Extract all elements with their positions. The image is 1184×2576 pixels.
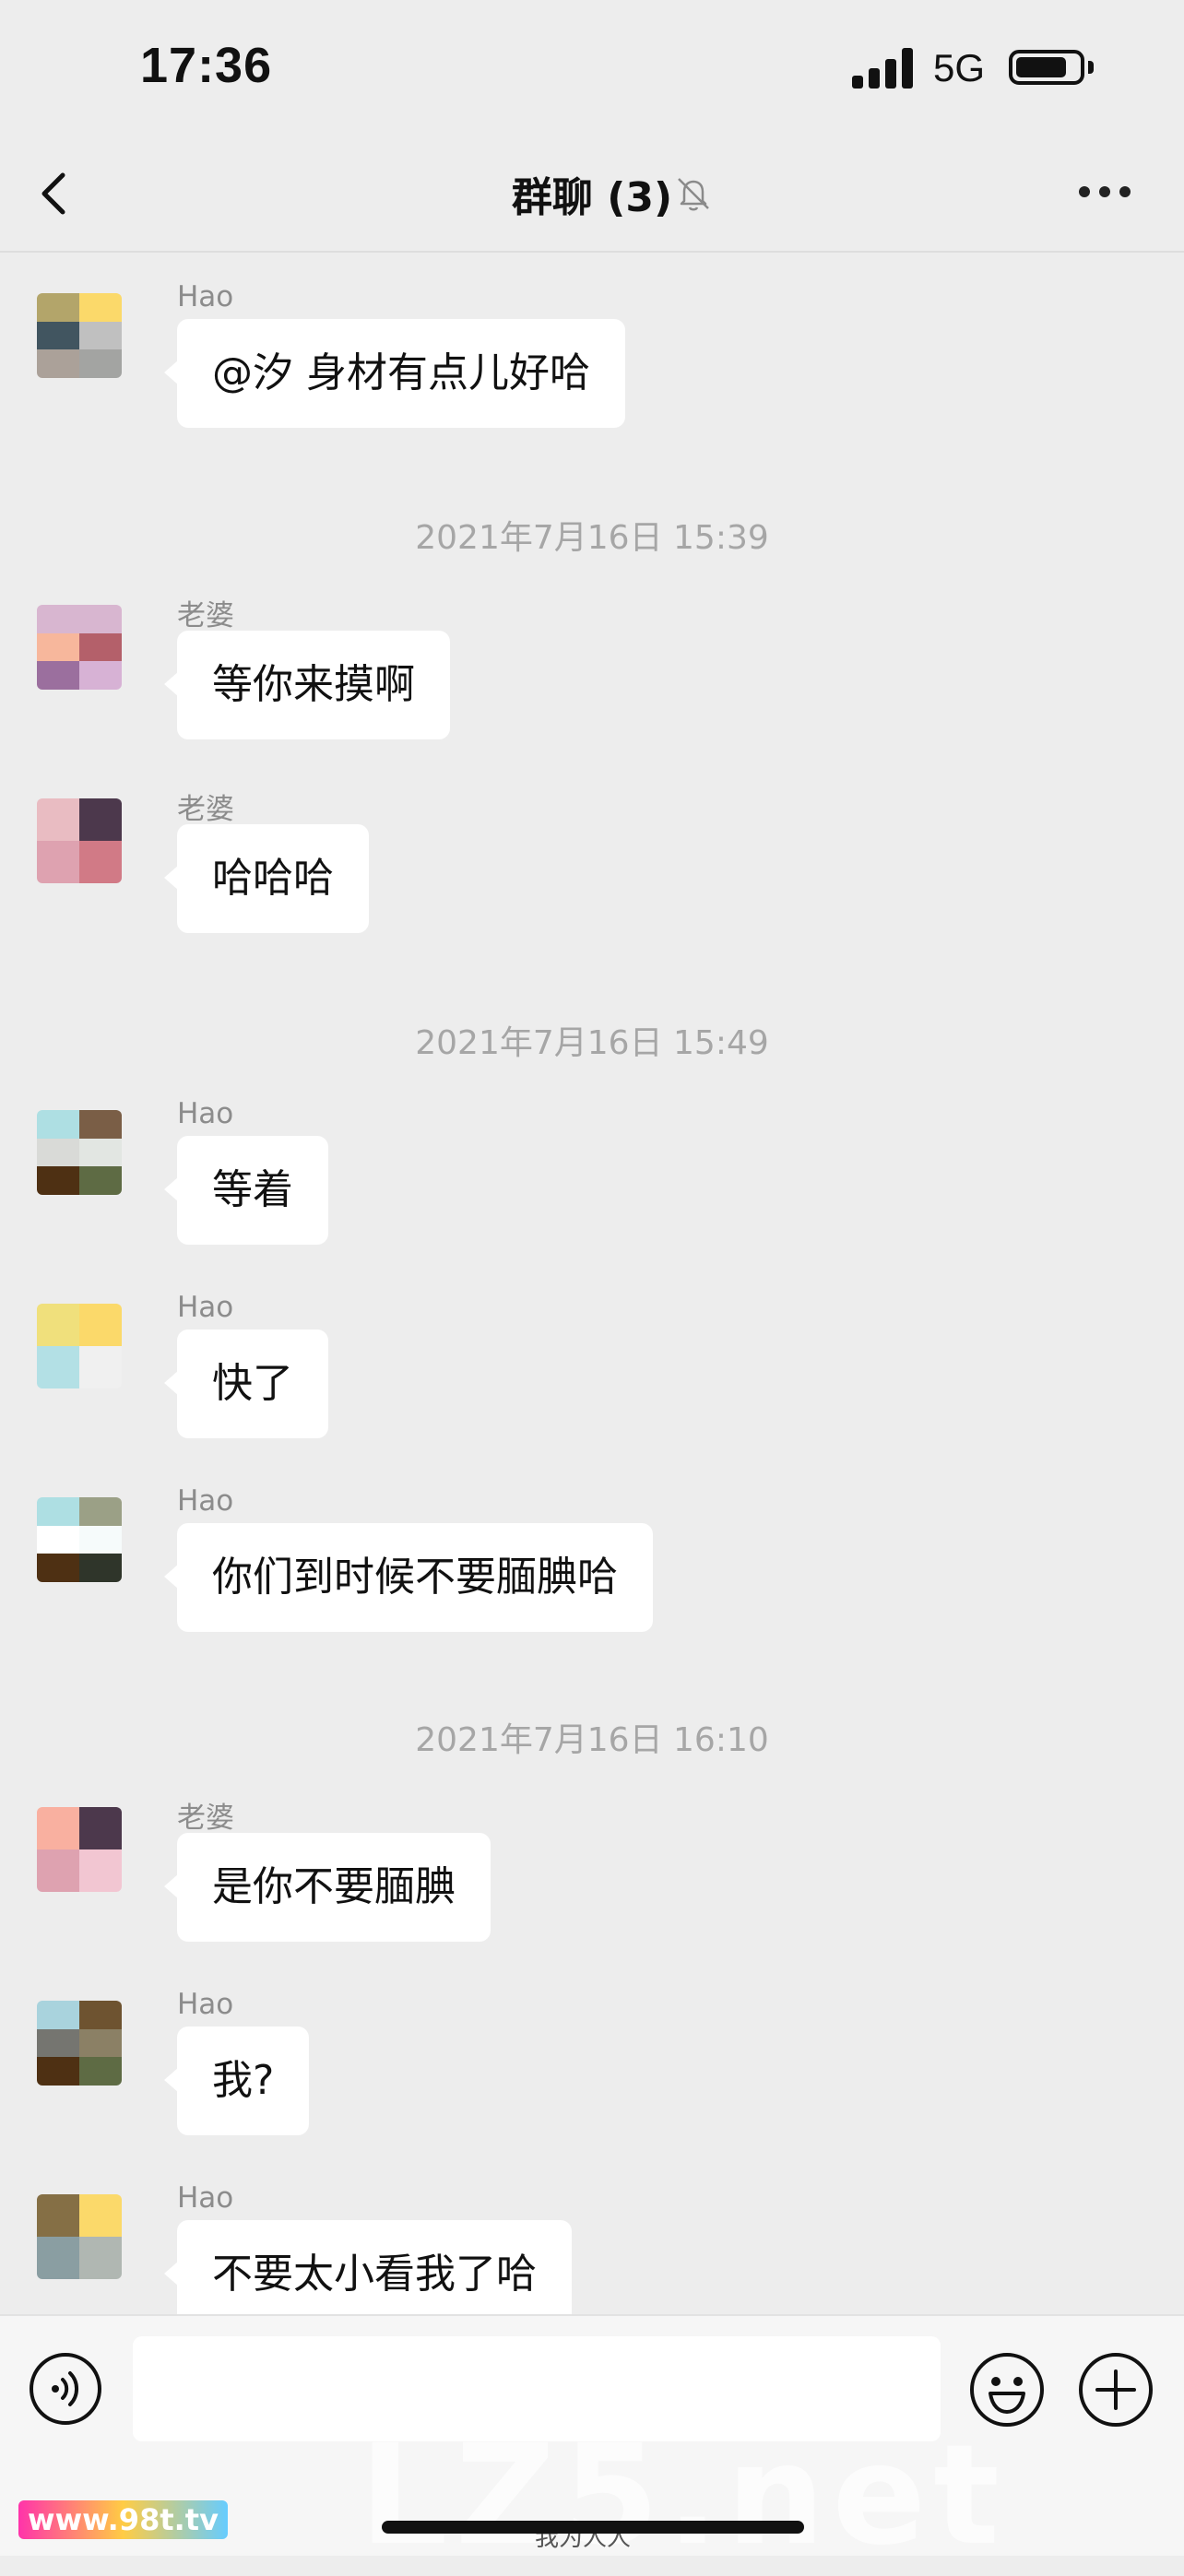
avatar-tile: [79, 2194, 122, 2237]
avatar-tile: [79, 2237, 122, 2279]
avatar-tile: [37, 1138, 79, 1167]
voice-icon[interactable]: [28, 2351, 103, 2427]
avatar-tile: [79, 293, 122, 322]
avatar-tile: [79, 1346, 122, 1388]
chat-messages[interactable]: Hao @汐 身材有点儿好哈 2021年7月16日 15:39 老婆 等你来摸啊…: [0, 253, 1184, 2314]
avatar-tile: [37, 605, 79, 633]
avatar-tile: [37, 2237, 79, 2279]
input-bar: LZ5.net www.98t.tv 我为人人: [0, 2314, 1184, 2576]
avatar-tile: [37, 1525, 79, 1554]
avatar[interactable]: [37, 2194, 122, 2279]
avatar-tile: [37, 661, 79, 690]
more-dots-icon[interactable]: [1079, 186, 1134, 201]
sender-name: 老婆: [177, 1802, 234, 1835]
avatar[interactable]: [37, 293, 122, 378]
avatar-tile: [37, 1554, 79, 1582]
avatar-tile: [37, 2028, 79, 2058]
avatar-tile: [79, 1525, 122, 1554]
avatar-tile: [37, 293, 79, 322]
avatar-tile: [37, 841, 79, 883]
network-label: 5G: [933, 46, 986, 89]
avatar-tile: [37, 1110, 79, 1139]
status-time: 17:36: [140, 38, 273, 93]
avatar-tile: [79, 1166, 122, 1195]
message-bubble[interactable]: 等着: [164, 1136, 328, 1245]
timestamp: 2021年7月16日 15:39: [415, 519, 769, 557]
avatar-tile: [37, 1497, 79, 1526]
sender-name: 老婆: [177, 599, 234, 632]
message-bubble[interactable]: 快了: [164, 1329, 328, 1438]
avatar[interactable]: [37, 1497, 122, 1582]
avatar-tile: [37, 2001, 79, 2029]
message-bubble[interactable]: 不要太小看我了哈: [164, 2220, 572, 2314]
avatar-tile: [37, 1166, 79, 1195]
avatar-tile: [79, 605, 122, 633]
sender-name: 老婆: [177, 793, 234, 826]
message-bubble[interactable]: 哈哈哈: [164, 824, 369, 933]
avatar-tile: [79, 321, 122, 350]
avatar[interactable]: [37, 798, 122, 883]
avatar-tile: [79, 632, 122, 662]
avatar-tile: [79, 798, 122, 841]
message-bubble[interactable]: @汐 身材有点儿好哈: [164, 319, 625, 428]
avatar-tile: [37, 1304, 79, 1346]
plus-icon[interactable]: [1077, 2351, 1154, 2428]
avatar-tile: [79, 1807, 122, 1849]
avatar[interactable]: [37, 1304, 122, 1388]
avatar-tile: [37, 632, 79, 662]
message-bubble[interactable]: 你们到时候不要腼腆哈: [164, 1523, 653, 1632]
avatar[interactable]: [37, 605, 122, 690]
sender-name: Hao: [177, 2181, 234, 2215]
avatar-tile: [37, 321, 79, 350]
battery-tip: [1088, 61, 1094, 74]
message-bubble[interactable]: 我?: [163, 2027, 310, 2135]
avatar[interactable]: [37, 2001, 122, 2086]
avatar-tile: [37, 2057, 79, 2086]
avatar-tile: [79, 1110, 122, 1139]
avatar-tile: [79, 2001, 122, 2029]
nav-bar: 群聊 (3): [0, 138, 1184, 253]
avatar-tile: [37, 1807, 79, 1849]
sender-name: Hao: [177, 1291, 234, 1324]
timestamp: 2021年7月16日 15:49: [415, 1024, 769, 1062]
bell-off-icon: [678, 178, 709, 211]
avatar-tile: [79, 1138, 122, 1167]
avatar-tile: [37, 2194, 79, 2237]
avatar-tile: [79, 349, 122, 378]
avatar-tile: [37, 798, 79, 841]
avatar[interactable]: [37, 1110, 122, 1195]
message-bubble[interactable]: 是你不要腼腆: [164, 1833, 491, 1942]
avatar-tile: [37, 1346, 79, 1388]
avatar-tile: [37, 349, 79, 378]
watermark: LZ5.net: [360, 2416, 1007, 2576]
message-bubble[interactable]: 等你来摸啊: [164, 631, 450, 739]
avatar-tile: [79, 841, 122, 883]
timestamp: 2021年7月16日 16:10: [415, 1721, 769, 1759]
signal-icon: [852, 48, 917, 89]
avatar-tile: [79, 1849, 122, 1892]
status-bar: 17:36 5G: [0, 0, 1184, 138]
avatar-tile: [79, 2057, 122, 2086]
sender-name: Hao: [177, 280, 234, 313]
avatar-tile: [79, 661, 122, 690]
battery-icon: [1009, 50, 1084, 85]
page-title: 群聊 (3): [511, 174, 673, 221]
sender-name: Hao: [177, 1484, 234, 1518]
avatar[interactable]: [37, 1807, 122, 1892]
avatar-tile: [37, 1849, 79, 1892]
sender-name: Hao: [177, 1988, 234, 2021]
sender-name: Hao: [177, 1097, 234, 1130]
home-indicator[interactable]: [382, 2521, 804, 2534]
avatar-tile: [79, 1554, 122, 1582]
avatar-tile: [79, 1304, 122, 1346]
avatar-tile: [79, 2028, 122, 2058]
watermark-small: www.98t.tv: [18, 2500, 228, 2539]
avatar-tile: [79, 1497, 122, 1526]
